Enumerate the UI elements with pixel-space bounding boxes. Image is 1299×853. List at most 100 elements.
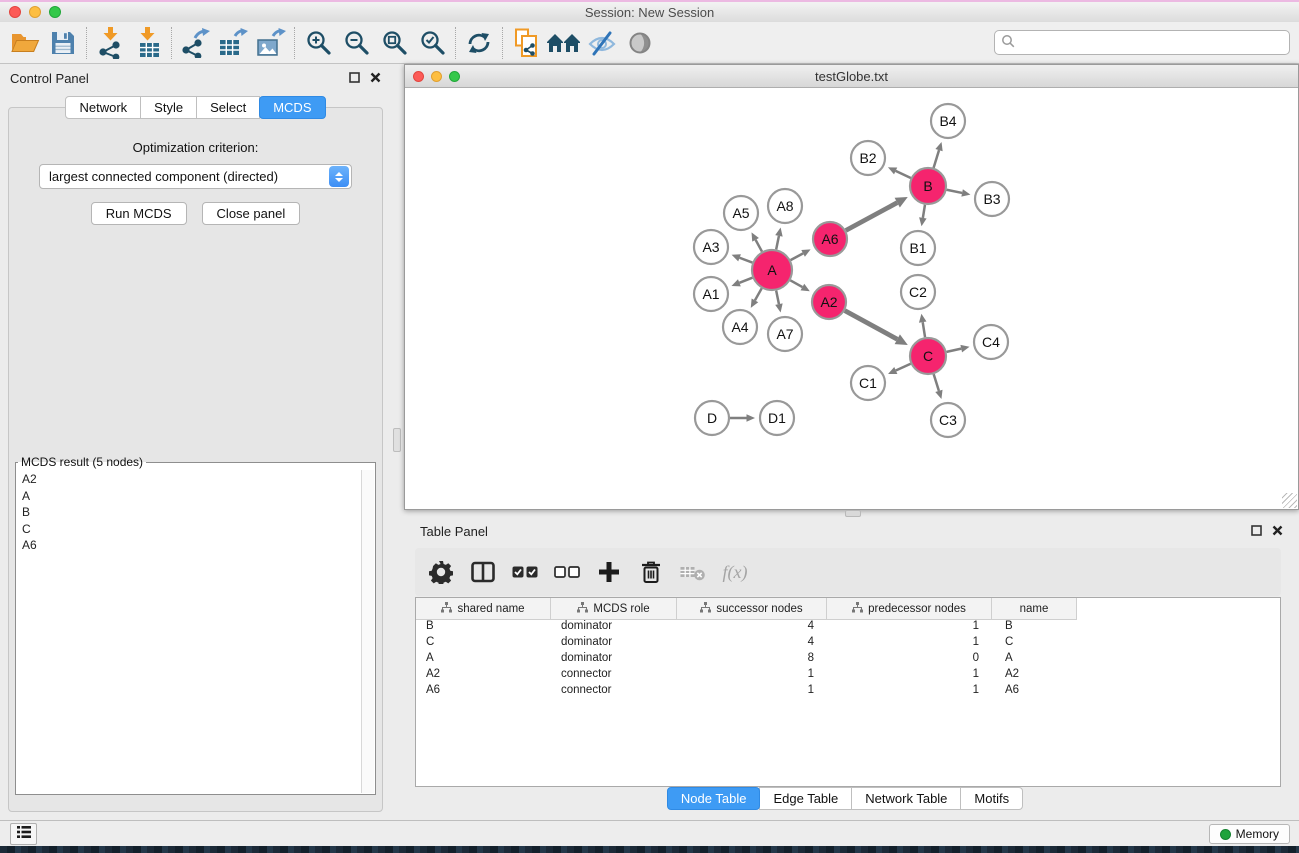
criterion-value: largest connected component (directed) bbox=[40, 169, 329, 184]
graph-edge-C-C3[interactable] bbox=[934, 374, 939, 391]
graph-edge-A-A6[interactable] bbox=[791, 253, 804, 260]
resize-grip-icon[interactable] bbox=[1282, 493, 1297, 508]
split-columns-icon[interactable] bbox=[469, 557, 497, 587]
column-header-MCDS-role[interactable]: MCDS role bbox=[551, 598, 677, 620]
graph-edge-A2-C[interactable] bbox=[845, 311, 897, 340]
network-close-button[interactable] bbox=[413, 71, 424, 82]
delete-table-icon[interactable] bbox=[679, 557, 707, 587]
export-image-icon[interactable] bbox=[252, 25, 290, 61]
graph-edge-B-B3[interactable] bbox=[947, 190, 962, 193]
graph-edge-A-A2[interactable] bbox=[790, 280, 802, 287]
cell-successor-nodes: 4 bbox=[677, 636, 827, 652]
node-label-B1: B1 bbox=[909, 240, 926, 256]
result-item[interactable]: A2 bbox=[18, 471, 360, 488]
checked-boxes-icon[interactable] bbox=[511, 557, 539, 587]
zoom-fit-icon[interactable] bbox=[375, 25, 413, 61]
zoom-selected-icon[interactable] bbox=[413, 25, 451, 61]
table-row[interactable]: A6connector11A6 bbox=[416, 684, 1280, 700]
open-file-icon[interactable] bbox=[6, 25, 44, 61]
tab-network[interactable]: Network bbox=[65, 96, 141, 119]
search-input[interactable] bbox=[1016, 33, 1289, 53]
memory-button[interactable]: Memory bbox=[1209, 824, 1290, 844]
graph-edge-B-B4[interactable] bbox=[934, 150, 939, 168]
graph-edge-A-A1[interactable] bbox=[739, 278, 752, 283]
graph-edge-A6-B[interactable] bbox=[846, 203, 897, 231]
task-history-button[interactable] bbox=[10, 823, 37, 845]
float-panel-icon[interactable] bbox=[349, 71, 360, 86]
graph-edge-B-B1[interactable] bbox=[923, 205, 925, 218]
refresh-icon[interactable] bbox=[460, 25, 498, 61]
tab-mcds[interactable]: MCDS bbox=[259, 96, 325, 119]
graph-edge-B-B2[interactable] bbox=[896, 171, 911, 178]
graph-edge-A-A7[interactable] bbox=[776, 291, 779, 305]
import-table-icon[interactable] bbox=[129, 25, 167, 61]
edge-arrowhead bbox=[919, 314, 927, 323]
close-panel-icon[interactable] bbox=[370, 71, 381, 86]
control-panel-tabs: NetworkStyleSelectMCDS bbox=[65, 96, 325, 119]
network-minimize-button[interactable] bbox=[431, 71, 442, 82]
export-table-icon[interactable] bbox=[214, 25, 252, 61]
table-row[interactable]: Bdominator41B bbox=[416, 620, 1280, 636]
save-session-icon[interactable] bbox=[44, 25, 82, 61]
clone-network-icon[interactable] bbox=[507, 25, 545, 61]
vertical-splitter-grip[interactable] bbox=[393, 428, 401, 452]
table-row[interactable]: Cdominator41C bbox=[416, 636, 1280, 652]
table-row[interactable]: Adominator80A bbox=[416, 652, 1280, 668]
node-label-B4: B4 bbox=[939, 113, 956, 129]
graph-edge-C-C1[interactable] bbox=[896, 364, 911, 371]
tab-network-table[interactable]: Network Table bbox=[851, 787, 961, 810]
close-table-panel-icon[interactable] bbox=[1272, 524, 1283, 539]
graph-edge-A-A5[interactable] bbox=[756, 240, 762, 252]
result-item[interactable]: A bbox=[18, 488, 360, 505]
float-table-panel-icon[interactable] bbox=[1251, 524, 1262, 539]
gear-icon[interactable] bbox=[427, 557, 455, 587]
table-toolbar: f(x) bbox=[415, 548, 1281, 596]
result-scrollbar[interactable] bbox=[361, 470, 374, 793]
column-header-successor-nodes[interactable]: successor nodes bbox=[677, 598, 827, 620]
table-header: shared nameMCDS rolesuccessor nodesprede… bbox=[416, 598, 1280, 620]
table-panel: Table Panel f(x bbox=[391, 517, 1299, 820]
result-item[interactable]: B bbox=[18, 504, 360, 521]
unchecked-boxes-icon[interactable] bbox=[553, 557, 581, 587]
result-item[interactable]: A6 bbox=[18, 537, 360, 554]
home-icon[interactable] bbox=[545, 25, 583, 61]
network-window-titlebar[interactable]: testGlobe.txt bbox=[405, 65, 1298, 88]
run-mcds-button[interactable]: Run MCDS bbox=[91, 202, 187, 225]
function-icon[interactable]: f(x) bbox=[721, 557, 749, 587]
tab-style[interactable]: Style bbox=[140, 96, 197, 119]
column-header-predecessor-nodes[interactable]: predecessor nodes bbox=[827, 598, 992, 620]
import-network-icon[interactable] bbox=[91, 25, 129, 61]
table-row[interactable]: A2connector11A2 bbox=[416, 668, 1280, 684]
result-item[interactable]: C bbox=[18, 521, 360, 538]
network-canvas[interactable]: AA1A2A3A4A5A6A7A8BB1B2B3B4CC1C2C3C4DD1 bbox=[405, 88, 1298, 509]
graph-edge-A-A8[interactable] bbox=[776, 236, 779, 250]
graph-edge-C-C2[interactable] bbox=[923, 322, 925, 337]
close-panel-button[interactable]: Close panel bbox=[202, 202, 301, 225]
trash-icon[interactable] bbox=[637, 557, 665, 587]
tab-motifs[interactable]: Motifs bbox=[960, 787, 1023, 810]
tab-select[interactable]: Select bbox=[196, 96, 260, 119]
add-icon[interactable] bbox=[595, 557, 623, 587]
tab-node-table[interactable]: Node Table bbox=[667, 787, 761, 810]
criterion-select[interactable]: largest connected component (directed) bbox=[39, 164, 352, 189]
column-header-name[interactable]: name bbox=[992, 598, 1077, 620]
export-network-icon[interactable] bbox=[176, 25, 214, 61]
node-label-A7: A7 bbox=[776, 326, 793, 342]
eye-icon[interactable] bbox=[621, 25, 659, 61]
horizontal-splitter-grip[interactable] bbox=[845, 510, 861, 517]
eye-slash-icon[interactable] bbox=[583, 25, 621, 61]
tab-edge-table[interactable]: Edge Table bbox=[759, 787, 852, 810]
graph-edge-C-C4[interactable] bbox=[947, 349, 962, 352]
desktop-wallpaper-strip bbox=[0, 846, 1299, 853]
column-header-shared-name[interactable]: shared name bbox=[416, 598, 551, 620]
network-zoom-button[interactable] bbox=[449, 71, 460, 82]
table-panel-title: Table Panel bbox=[420, 524, 1251, 539]
zoom-out-icon[interactable] bbox=[337, 25, 375, 61]
node-label-B3: B3 bbox=[983, 191, 1000, 207]
cell-name: A6 bbox=[992, 684, 1077, 700]
search-field[interactable] bbox=[994, 30, 1290, 55]
node-label-D1: D1 bbox=[768, 410, 786, 426]
zoom-in-icon[interactable] bbox=[299, 25, 337, 61]
graph-edge-A-A3[interactable] bbox=[740, 258, 753, 263]
graph-edge-A-A4[interactable] bbox=[755, 288, 762, 300]
